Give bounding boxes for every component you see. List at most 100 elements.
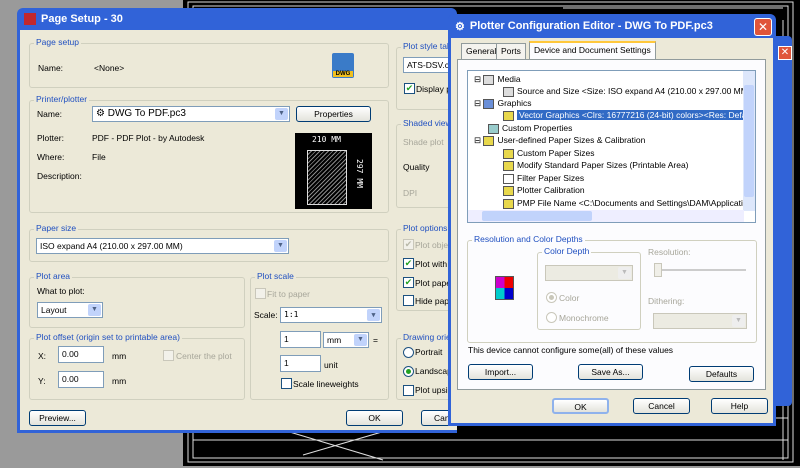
monochrome-radio[interactable] <box>546 312 557 323</box>
center-plot-checkbox[interactable] <box>163 350 174 361</box>
scale-lineweights-checkbox[interactable] <box>281 378 292 389</box>
tree-item-user-defined[interactable]: ⊟ User-defined Paper Sizes & Calibration <box>474 135 645 146</box>
paper-size-icon <box>503 160 514 171</box>
autocad-icon <box>24 13 36 25</box>
close-icon[interactable]: ✕ <box>778 46 792 60</box>
calibration-icon <box>483 135 495 146</box>
display-plot-styles-checkbox[interactable]: ✔ <box>404 83 415 94</box>
tab-ports[interactable]: Ports <box>496 43 526 59</box>
tree-item-source-and-size[interactable]: Source and Size <Size: ISO expand A4 (21… <box>503 86 748 97</box>
what-to-plot-value: Layout <box>41 305 67 315</box>
chevron-down-icon: ▼ <box>618 267 631 279</box>
dialog-title: Plotter Configuration Editor - DWG To PD… <box>469 20 713 32</box>
chevron-down-icon: ▼ <box>367 309 380 321</box>
group-label: Plot area <box>34 271 73 281</box>
save-as-button[interactable]: Save As... <box>578 364 643 380</box>
tree-item-custom-properties[interactable]: Custom Properties <box>488 123 572 134</box>
plotter-value: PDF - PDF Plot - by Autodesk <box>92 133 205 143</box>
filter-icon <box>503 173 514 184</box>
cancel-button[interactable]: Cancel <box>633 398 690 414</box>
tree-label: Custom Paper Sizes <box>517 148 595 158</box>
where-label: Where: <box>37 152 65 162</box>
plot-with-label: Plot with <box>415 259 448 269</box>
tree-label: Media <box>497 74 521 84</box>
vector-graphics-icon <box>503 110 514 121</box>
where-value: File <box>92 152 106 162</box>
dwg-file-icon: DWG <box>332 53 354 78</box>
fit-to-paper-checkbox[interactable] <box>255 288 266 299</box>
plot-paperspace-last-checkbox[interactable]: ✔ <box>403 277 414 288</box>
tree-item-plotter-calibration[interactable]: Plotter Calibration <box>503 185 585 196</box>
color-radio[interactable] <box>546 292 557 303</box>
printer-name-value: DWG To PDF.pc3 <box>107 108 186 119</box>
resolution-slider-thumb[interactable] <box>654 263 662 277</box>
plot-paper-label: Plot pape <box>415 278 451 288</box>
chevron-down-icon: ▼ <box>354 334 367 346</box>
import-button[interactable]: Import... <box>468 364 533 380</box>
tree-label: Filter Paper Sizes <box>517 173 585 183</box>
resolution-slider-track[interactable] <box>654 269 746 271</box>
scrollbar-thumb[interactable] <box>744 85 754 197</box>
x-offset-input[interactable]: 0.00 <box>58 346 104 363</box>
properties-button[interactable]: Properties <box>296 106 371 122</box>
preview-button[interactable]: Preview... <box>29 410 86 426</box>
scrollbar-thumb[interactable] <box>482 211 592 221</box>
what-to-plot-select[interactable]: Layout ▼ <box>37 302 103 318</box>
tree-item-custom-paper-sizes[interactable]: Custom Paper Sizes <box>503 148 594 159</box>
page-setup-name-value: <None> <box>94 63 125 73</box>
scale-unit-value: mm <box>327 335 342 345</box>
display-plot-styles-label: Display p <box>416 84 451 94</box>
tree-item-media[interactable]: ⊟ Media <box>474 74 521 85</box>
tree-label: Source and Size <Size: ISO expand A4 (21… <box>517 86 748 96</box>
chevron-down-icon: ▼ <box>732 315 745 327</box>
paper-size-icon <box>503 148 514 159</box>
portrait-radio[interactable] <box>403 347 414 358</box>
hide-paper-label: Hide pap <box>415 296 450 306</box>
ok-button[interactable]: OK <box>552 398 609 414</box>
tree-item-graphics[interactable]: ⊟ Graphics <box>474 98 532 109</box>
vertical-scrollbar[interactable] <box>743 71 755 211</box>
color-depth-select[interactable]: ▼ <box>545 265 633 281</box>
scale-denominator-input[interactable]: 1 <box>280 355 321 372</box>
portrait-label: Portrait <box>415 347 443 357</box>
ok-button[interactable]: OK <box>346 410 403 426</box>
dialog-title: Page Setup - 30 <box>41 13 123 25</box>
help-button[interactable]: Help <box>711 398 768 414</box>
plot-with-styles-checkbox[interactable]: ✔ <box>403 258 414 269</box>
paper-preview: 210 MM 297 MM <box>295 133 372 209</box>
quality-label: Quality <box>403 162 430 172</box>
tab-bar: General Ports Device and Document Settin… <box>459 41 759 59</box>
tree-label: Plotter Calibration <box>517 185 585 195</box>
center-plot-label: Center the plot <box>176 351 232 361</box>
tree-item-filter-paper-sizes[interactable]: Filter Paper Sizes <box>503 173 584 184</box>
horizontal-scrollbar[interactable] <box>468 210 744 222</box>
tab-device-and-document-settings[interactable]: Device and Document Settings <box>529 41 656 59</box>
scale-unit-select[interactable]: mm ▼ <box>323 332 369 348</box>
plot-object-label: Plot obje <box>415 240 449 250</box>
landscape-radio[interactable] <box>403 366 414 377</box>
y-offset-input[interactable]: 0.00 <box>58 371 104 388</box>
group-label: Paper size <box>34 223 79 233</box>
group-label: Plot scale <box>255 271 296 281</box>
scale-select[interactable]: 1:1 ▼ <box>280 307 382 323</box>
paper-size-select[interactable]: ISO expand A4 (210.00 x 297.00 MM) ▼ <box>36 238 289 254</box>
scale-lineweights-label: Scale lineweights <box>293 379 359 389</box>
scale-numerator-input[interactable]: 1 <box>280 331 321 348</box>
plot-upside-down-label: Plot upsi <box>415 385 448 395</box>
plot-object-lineweights-checkbox[interactable]: ✔ <box>403 239 414 250</box>
printer-name-select[interactable]: ⚙ DWG To PDF.pc3 ▼ <box>92 106 290 122</box>
name-label: Name: <box>38 63 64 73</box>
device-note: This device cannot configure some(all) o… <box>468 345 674 355</box>
defaults-button[interactable]: Defaults <box>689 366 754 382</box>
equals-sign: = <box>373 335 378 345</box>
tree-label: Modify Standard Paper Sizes (Printable A… <box>517 160 689 170</box>
tree-item-pmp-file-name[interactable]: PMP File Name <C:\Documents and Settings… <box>503 198 743 209</box>
hide-paperspace-checkbox[interactable] <box>403 295 414 306</box>
plot-upside-down-checkbox[interactable] <box>403 385 414 396</box>
dithering-select[interactable]: ▼ <box>653 313 747 329</box>
tree-item-vector-graphics[interactable]: Vector Graphics <Clrs: 16777216 (24-bit)… <box>503 110 754 121</box>
media-icon <box>483 74 495 85</box>
tree-item-modify-standard[interactable]: Modify Standard Paper Sizes (Printable A… <box>503 160 689 171</box>
settings-tree[interactable]: ⊟ Media Source and Size <Size: ISO expan… <box>467 70 756 223</box>
close-button[interactable]: ✕ <box>754 18 772 36</box>
